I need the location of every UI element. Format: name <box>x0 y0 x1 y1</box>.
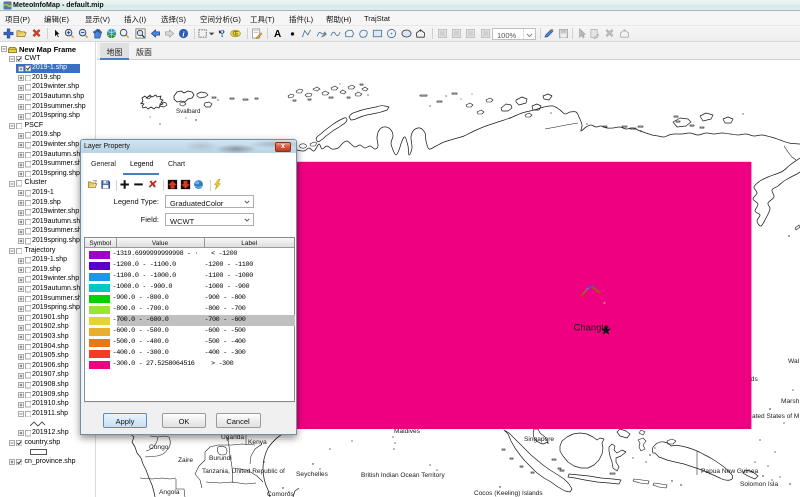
svg-text:Wal: Wal <box>788 358 800 365</box>
svg-text:British Indian Ocean Territory: British Indian Ocean Territory <box>361 472 445 479</box>
svg-text:Cocos (Keeling) Islands: Cocos (Keeling) Islands <box>474 490 543 497</box>
svg-text:Changle: Changle <box>574 323 609 334</box>
svg-text:Burundi: Burundi <box>209 455 232 462</box>
svg-text:Œ: Œ <box>233 32 239 38</box>
svg-text:Maldives: Maldives <box>394 428 421 435</box>
svg-text:Solomon Isla: Solomon Isla <box>740 481 778 488</box>
svg-text:Uganda: Uganda <box>221 434 244 441</box>
svg-text:Angola: Angola <box>159 489 180 496</box>
svg-text:Zaire: Zaire <box>178 457 193 464</box>
svg-text:Marsh: Marsh <box>781 398 800 405</box>
svg-text:ated States of M: ated States of M <box>752 413 799 420</box>
svg-text:Seychelles: Seychelles <box>296 471 329 478</box>
svg-text:Kenya: Kenya <box>248 439 267 446</box>
svg-text:Tanzania, United Republic of: Tanzania, United Republic of <box>202 468 285 475</box>
svg-text:Comoros: Comoros <box>267 491 294 497</box>
svg-text:Singapore: Singapore <box>524 436 554 443</box>
svg-text:Congo: Congo <box>149 444 169 451</box>
svg-text:Svalbard: Svalbard <box>176 108 201 115</box>
svg-text:ds: ds <box>751 376 759 383</box>
svg-text:Papua New Guinea: Papua New Guinea <box>701 468 759 475</box>
